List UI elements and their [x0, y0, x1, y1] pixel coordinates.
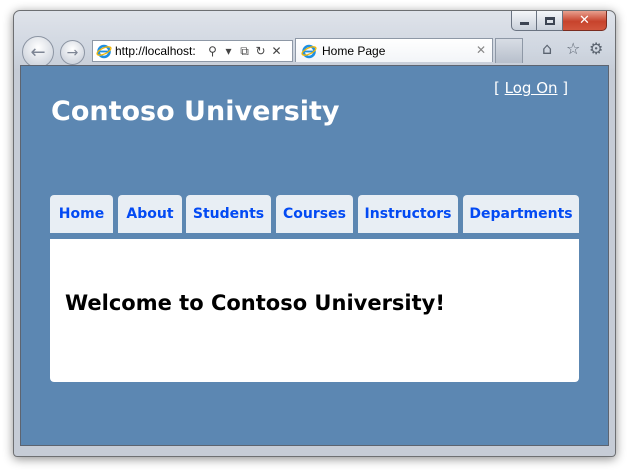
minimize-icon — [519, 22, 529, 25]
close-window-button[interactable]: ✕ — [563, 11, 607, 31]
back-arrow-icon: ← — [30, 41, 46, 63]
login-open-bracket: [ — [494, 79, 500, 97]
tab-close-icon[interactable]: ✕ — [476, 43, 486, 57]
minimize-button[interactable] — [511, 11, 537, 31]
log-on-link[interactable]: Log On — [505, 79, 558, 97]
dropdown-icon[interactable]: ▾ — [222, 44, 235, 58]
favorites-star-icon[interactable]: ☆ — [566, 40, 580, 58]
forward-button[interactable]: → — [60, 40, 85, 65]
site-title: Contoso University — [51, 96, 340, 127]
menu-item-about[interactable]: About — [118, 195, 182, 233]
close-icon: ✕ — [579, 13, 590, 28]
login-close-bracket: ] — [562, 79, 569, 97]
tab-home-page[interactable]: Home Page ✕ — [295, 38, 493, 62]
welcome-heading: Welcome to Contoso University! — [65, 291, 445, 315]
search-icon[interactable]: ⚲ — [206, 44, 219, 58]
menu-item-students[interactable]: Students — [186, 195, 271, 233]
menu-item-courses[interactable]: Courses — [276, 195, 353, 233]
back-button[interactable]: ← — [22, 36, 54, 68]
ie-icon — [96, 43, 112, 59]
menu-item-departments[interactable]: Departments — [463, 195, 579, 233]
page-viewport: [ Log On ] Contoso University Home About… — [20, 65, 609, 446]
forward-arrow-icon: → — [66, 44, 79, 61]
address-bar[interactable]: http://localhost: ⚲ ▾ ⧉ ↻ ✕ — [92, 40, 293, 62]
new-tab-button[interactable] — [495, 38, 523, 63]
address-text[interactable]: http://localhost: — [115, 44, 203, 58]
maximize-button[interactable] — [537, 11, 563, 31]
main-content: Welcome to Contoso University! — [50, 239, 579, 382]
tab-title: Home Page — [322, 43, 386, 58]
tab-ie-icon — [301, 43, 317, 59]
refresh-icon[interactable]: ↻ — [254, 44, 267, 58]
compatibility-icon[interactable]: ⧉ — [238, 44, 251, 59]
login-display: [ Log On ] — [494, 79, 568, 97]
menu-item-home[interactable]: Home — [50, 195, 113, 233]
maximize-icon — [544, 16, 555, 25]
tools-gear-icon[interactable]: ⚙ — [589, 40, 603, 58]
home-icon[interactable]: ⌂ — [542, 40, 552, 58]
window-caption-buttons: ✕ — [511, 11, 607, 31]
stop-icon[interactable]: ✕ — [270, 44, 283, 58]
menu-item-instructors[interactable]: Instructors — [358, 195, 458, 233]
browser-window: ✕ ← → http://localhost: ⚲ ▾ ⧉ ↻ ✕ Home P… — [13, 10, 616, 457]
